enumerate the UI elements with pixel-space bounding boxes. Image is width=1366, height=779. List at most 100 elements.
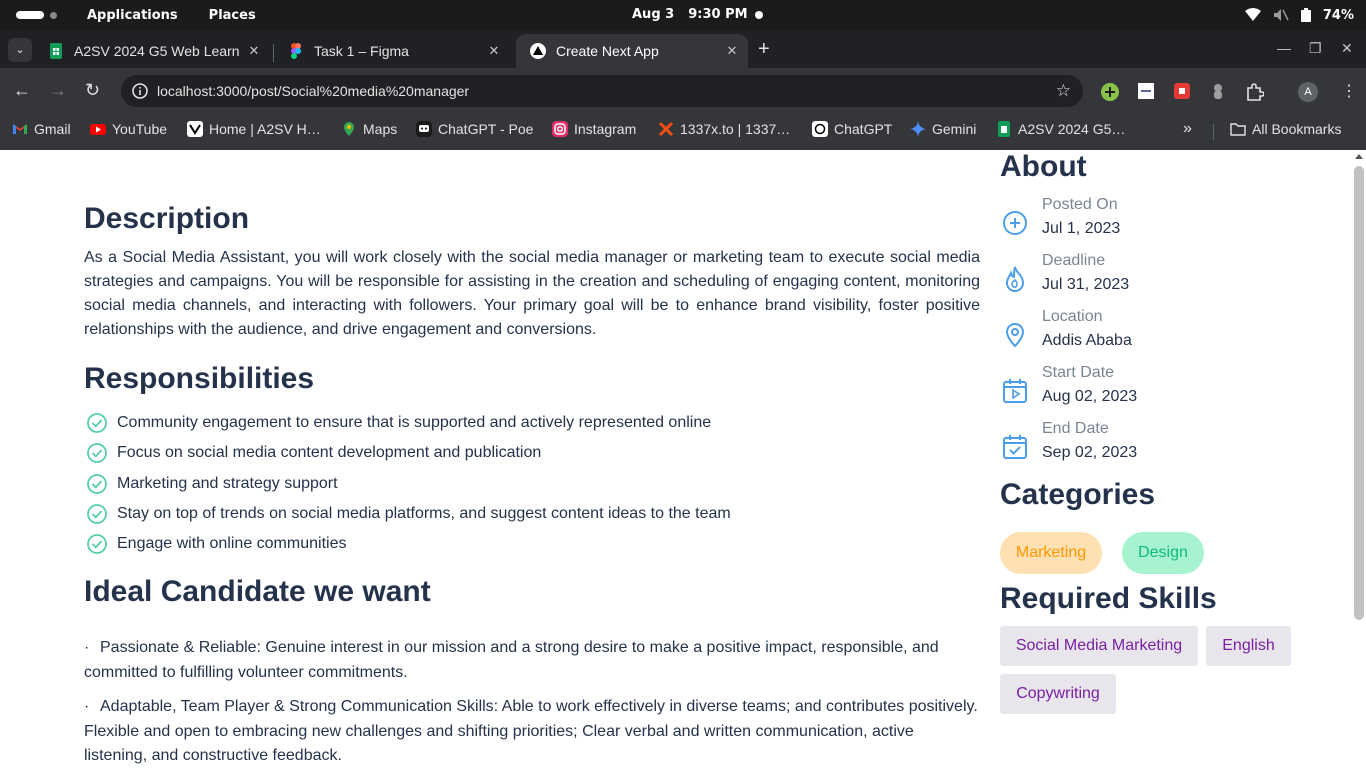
tab-figma[interactable]: Task 1 – Figma ✕: [274, 34, 510, 68]
bookmark-label: ChatGPT - Poe: [438, 121, 534, 137]
close-tab-icon[interactable]: ✕: [244, 43, 264, 59]
tab-search-button[interactable]: ⌄: [8, 38, 32, 62]
bookmark-label: Gemini: [932, 121, 977, 137]
all-bookmarks-folder[interactable]: All Bookmarks: [1230, 121, 1341, 137]
responsibilities-heading: Responsibilities: [84, 362, 315, 395]
about-label: Start Date: [1042, 364, 1115, 381]
about-location: Location Addis Ababa: [1000, 308, 1340, 360]
record-extension-icon[interactable]: [1174, 83, 1190, 99]
about-value: Jul 31, 2023: [1042, 276, 1130, 293]
extensions-puzzle-icon[interactable]: [1246, 83, 1264, 101]
battery-icon: [1300, 8, 1311, 22]
responsibility-item: Stay on top of trends on social media pl…: [84, 499, 731, 529]
instagram-icon: [552, 121, 568, 137]
tab-a2sv-sheet[interactable]: A2SV 2024 G5 Web Learn ✕: [34, 34, 270, 68]
chrome-menu-icon[interactable]: ⋮: [1341, 81, 1357, 101]
clock-date: Aug 3: [632, 7, 675, 22]
bookmarks-bar: Gmail YouTube Home | A2SV H… Maps ChatGP…: [0, 114, 1366, 150]
about-label: Deadline: [1042, 252, 1106, 269]
muted-speaker-icon: [1273, 9, 1289, 21]
category-tag-design: Design: [1122, 532, 1204, 574]
bookmark-gemini[interactable]: Gemini: [910, 121, 976, 137]
bookmark-a2sv-sheet[interactable]: A2SV 2024 G5…: [996, 121, 1125, 137]
reload-button[interactable]: ↻: [85, 80, 100, 100]
bookmark-poe[interactable]: ChatGPT - Poe: [416, 121, 533, 137]
about-end-date: End Date Sep 02, 2023: [1000, 420, 1340, 472]
bookmark-gmail[interactable]: Gmail: [12, 121, 71, 137]
sheets-icon: [50, 43, 62, 59]
check-circle-icon: [87, 473, 107, 494]
bookmark-label: Instagram: [574, 121, 637, 137]
gmail-icon: [13, 124, 27, 134]
bookmark-instagram[interactable]: Instagram: [552, 121, 636, 137]
ideal-candidate-heading: Ideal Candidate we want: [84, 575, 431, 608]
plus-circle-icon: [1003, 211, 1027, 235]
responsibility-item: Marketing and strategy support: [84, 469, 731, 499]
about-value: Aug 02, 2023: [1042, 388, 1138, 405]
workspace-indicator[interactable]: [50, 11, 57, 19]
about-value: Jul 1, 2023: [1042, 220, 1121, 237]
back-button[interactable]: ←: [13, 80, 31, 100]
forward-button[interactable]: →: [49, 80, 67, 100]
bookmark-label: ChatGPT: [834, 121, 893, 137]
check-circle-icon: [87, 534, 107, 555]
bullet-icon: ·: [84, 639, 90, 656]
responsibility-item: Community engagement to ensure that is s…: [84, 408, 731, 438]
scrollbar-thumb[interactable]: [1354, 166, 1364, 620]
address-bar[interactable]: localhost:3000/post/Social%20media%20man…: [121, 75, 1083, 107]
ideal-candidate-list: · Passionate & Reliable: Genuine interest…: [84, 636, 980, 779]
extension-plus-icon[interactable]: [1101, 83, 1119, 101]
profile-avatar[interactable]: A: [1298, 82, 1318, 102]
wifi-icon: [1244, 8, 1261, 21]
bookmark-maps[interactable]: Maps: [341, 121, 397, 137]
maximize-window-button[interactable]: ❐: [1309, 40, 1322, 57]
sheets-icon: [998, 121, 1010, 137]
bookmark-label: Gmail: [34, 121, 71, 137]
page-scrollbar[interactable]: [1352, 150, 1366, 768]
a2sv-extension-icon[interactable]: [1138, 83, 1154, 99]
bookmark-1337x[interactable]: 1337x.to | 1337…: [658, 121, 790, 137]
description-text: As a Social Media Assistant, you will wo…: [84, 249, 980, 338]
bookmark-label: A2SV 2024 G5…: [1018, 121, 1126, 137]
about-label: End Date: [1042, 420, 1109, 437]
site-info-icon[interactable]: [131, 82, 149, 100]
system-top-bar: Applications Places Aug 3 9:30 PM 74%: [0, 0, 1366, 30]
skill-tag: Social Media Marketing: [1000, 626, 1198, 666]
system-tray[interactable]: 74%: [1244, 0, 1354, 30]
categories-heading: Categories: [1000, 478, 1156, 511]
scroll-up-arrow-icon[interactable]: [1355, 154, 1363, 159]
responsibility-text: Community engagement to ensure that is s…: [117, 414, 712, 432]
close-tab-icon[interactable]: ✕: [722, 43, 742, 59]
browser-tab-strip: ⌄ A2SV 2024 G5 Web Learn ✕ Task 1 – Figm…: [0, 30, 1366, 68]
about-value: Sep 02, 2023: [1042, 444, 1138, 461]
responsibility-item: Engage with online communities: [84, 529, 731, 559]
applications-menu[interactable]: Applications: [87, 8, 178, 23]
bookmark-chatgpt[interactable]: ChatGPT: [812, 121, 892, 137]
workspace-indicator-active[interactable]: [16, 11, 44, 19]
bookmark-a2sv-home[interactable]: Home | A2SV H…: [187, 121, 321, 137]
close-tab-icon[interactable]: ✕: [484, 43, 504, 59]
close-window-button[interactable]: ✕: [1341, 40, 1353, 57]
bookmarks-overflow-chevron-icon[interactable]: »: [1183, 120, 1192, 138]
poe-icon: [416, 121, 432, 137]
tab-create-next-app[interactable]: Create Next App ✕: [516, 34, 748, 68]
bookmark-label: Maps: [363, 121, 398, 137]
nextjs-icon: [530, 43, 546, 59]
places-menu[interactable]: Places: [209, 8, 256, 23]
battery-percentage: 74%: [1322, 7, 1354, 23]
responsibility-text: Stay on top of trends on social media pl…: [117, 504, 731, 522]
grey-extension-icon[interactable]: [1211, 83, 1225, 99]
new-tab-button[interactable]: +: [758, 38, 770, 60]
bookmark-label: YouTube: [112, 121, 168, 137]
responsibility-text: Marketing and strategy support: [117, 474, 338, 492]
required-skills-heading: Required Skills: [1000, 582, 1217, 615]
check-circle-icon: [87, 503, 107, 524]
url-text[interactable]: localhost:3000/post/Social%20media%20man…: [157, 83, 469, 99]
skill-tag: Copywriting: [1000, 674, 1116, 714]
calendar-check-icon: [1003, 435, 1027, 459]
minimize-window-button[interactable]: —: [1277, 40, 1291, 56]
bookmark-star-icon[interactable]: ☆: [1056, 81, 1071, 101]
bookmark-youtube[interactable]: YouTube: [90, 121, 167, 137]
bullet-icon: ·: [84, 698, 90, 715]
clock[interactable]: Aug 3 9:30 PM: [632, 7, 762, 22]
